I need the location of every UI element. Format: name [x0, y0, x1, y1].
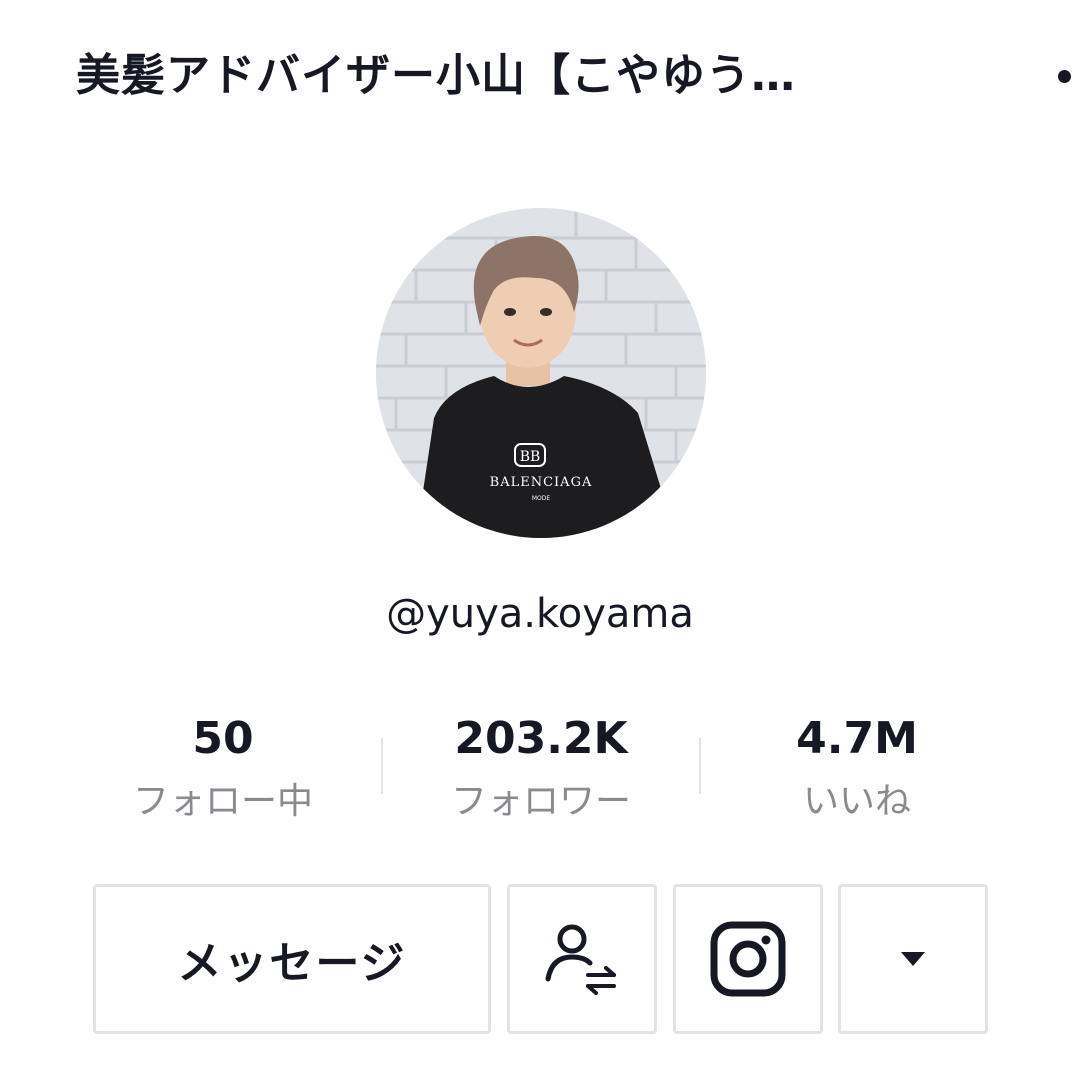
followers-count: 203.2K: [454, 713, 628, 764]
profile-photo-icon: BB BALENCIAGA MODE: [376, 208, 706, 538]
instagram-button[interactable]: [673, 884, 823, 1034]
stat-divider: [381, 738, 383, 794]
stat-likes[interactable]: 4.7M いいね: [707, 710, 1007, 830]
stat-divider: [699, 738, 701, 794]
message-label: メッセージ: [177, 938, 407, 989]
follow-switch-button[interactable]: [507, 884, 657, 1034]
more-icon[interactable]: [1058, 70, 1071, 83]
message-button[interactable]: メッセージ: [93, 884, 491, 1034]
followers-label: フォロワー: [450, 781, 631, 822]
likes-count: 4.7M: [796, 713, 918, 764]
following-label: フォロー中: [132, 781, 313, 822]
following-count: 50: [192, 713, 254, 764]
shirt-text: BALENCIAGA: [490, 475, 593, 490]
avatar[interactable]: BB BALENCIAGA MODE: [376, 208, 706, 538]
likes-label: いいね: [802, 781, 911, 822]
shirt-logo: BB: [520, 449, 541, 465]
stat-following[interactable]: 50 フォロー中: [73, 710, 373, 830]
instagram-icon: [710, 921, 786, 997]
username: @yuya.koyama: [386, 591, 694, 637]
more-options-button[interactable]: [838, 884, 988, 1034]
caret-down-icon: [901, 952, 925, 966]
stat-followers[interactable]: 203.2K フォロワー: [391, 710, 691, 830]
user-switch-icon: [545, 924, 616, 995]
profile-header: 美髪アドバイザー小山【こやゆう…: [0, 0, 1080, 150]
profile-title: 美髪アドバイザー小山【こやゆう…: [76, 50, 796, 101]
shirt-subtext: MODE: [532, 495, 551, 502]
